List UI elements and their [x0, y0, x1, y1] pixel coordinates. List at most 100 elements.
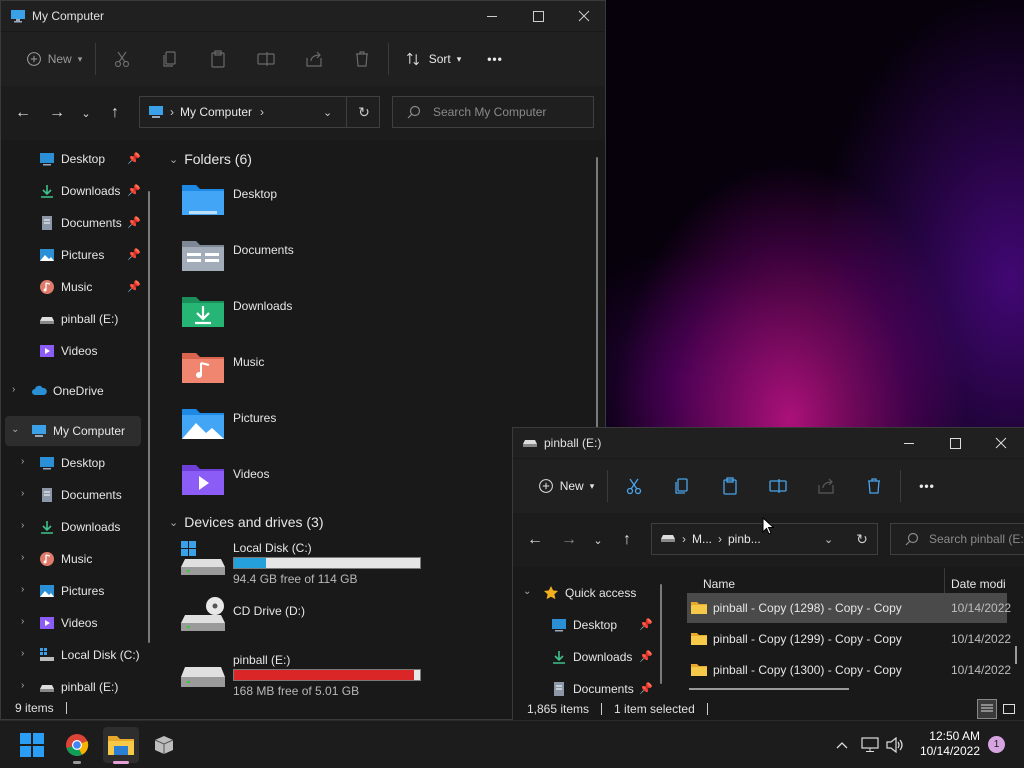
maximize-button[interactable] [515, 1, 561, 31]
chevron-down-icon[interactable]: ⌄ [523, 586, 531, 597]
chevron-right-icon[interactable]: › [21, 584, 24, 595]
sidebar-item-desktop[interactable]: Desktop [551, 610, 617, 640]
sort-button[interactable]: Sort ▾ [395, 43, 471, 75]
pin-icon[interactable]: 📌 [127, 248, 141, 261]
pin-icon[interactable]: 📌 [127, 152, 141, 165]
folder-music[interactable]: Music [181, 349, 264, 385]
sidebar-item-videos[interactable]: Videos [39, 336, 97, 366]
vertical-scrollbar[interactable] [1015, 646, 1017, 664]
sidebar-item-downloads[interactable]: Downloads [551, 642, 632, 672]
new-button[interactable]: New ▾ [19, 43, 89, 75]
paste-button[interactable] [198, 43, 238, 75]
back-button[interactable]: ← [6, 97, 40, 129]
folder-pictures[interactable]: Pictures [181, 405, 276, 441]
devices-section-header[interactable]: ⌄ Devices and drives (3) [169, 514, 324, 530]
copy-button[interactable] [662, 470, 702, 502]
sidebar-scrollbar[interactable] [660, 584, 662, 684]
delete-button[interactable] [342, 43, 382, 75]
close-button[interactable] [561, 1, 605, 31]
file-explorer-taskbar-button[interactable] [103, 727, 139, 764]
folder-downloads[interactable]: Downloads [181, 293, 292, 329]
forward-button[interactable]: → [552, 524, 586, 556]
breadcrumb-pinball[interactable]: pinb... [728, 532, 761, 546]
copy-button[interactable] [150, 43, 190, 75]
forward-button[interactable]: → [40, 97, 74, 129]
drive-pinball-e[interactable]: pinball (E:) 168 MB free of 5.01 GB [181, 653, 441, 698]
folder-videos[interactable]: Videos [181, 461, 269, 497]
minimize-button[interactable] [469, 1, 515, 31]
drive-local-disk-c[interactable]: Local Disk (C:) 94.4 GB free of 114 GB [181, 541, 441, 586]
chevron-down-icon[interactable]: ⌄ [11, 424, 19, 435]
app-taskbar-button[interactable] [146, 727, 182, 763]
search-box[interactable]: Search pinball (E:) [890, 523, 1024, 555]
folders-section-header[interactable]: ⌄ Folders (6) [169, 151, 252, 167]
sidebar-item-quick-access[interactable]: Quick access [543, 578, 636, 608]
pin-icon[interactable]: 📌 [639, 618, 653, 631]
back-button[interactable]: ← [518, 524, 552, 556]
chevron-right-icon[interactable]: › [21, 648, 24, 659]
pin-icon[interactable]: 📌 [639, 682, 653, 695]
sidebar-item-documents[interactable]: Documents [39, 208, 122, 238]
sidebar-item-music-child[interactable]: Music [39, 544, 92, 574]
recent-locations-button[interactable]: ⌄ [74, 97, 98, 129]
notification-badge[interactable]: 1 [988, 736, 1005, 753]
start-button[interactable] [14, 727, 50, 763]
large-icons-view-button[interactable] [999, 699, 1019, 719]
chevron-right-icon[interactable]: › [21, 680, 24, 691]
more-options-button[interactable]: ••• [907, 470, 947, 502]
volume-button[interactable] [884, 735, 906, 755]
share-button[interactable] [806, 470, 846, 502]
breadcrumb-my-computer[interactable]: My Computer [180, 105, 252, 119]
sidebar-item-pictures[interactable]: Pictures [39, 240, 104, 270]
more-options-button[interactable]: ••• [475, 43, 515, 75]
cut-button[interactable] [102, 43, 142, 75]
pin-icon[interactable]: 📌 [127, 216, 141, 229]
chevron-right-icon[interactable]: › [21, 520, 24, 531]
chrome-taskbar-button[interactable] [59, 727, 95, 764]
close-button[interactable] [978, 428, 1024, 458]
chevron-right-icon[interactable]: › [12, 384, 15, 395]
sidebar-item-downloads[interactable]: Downloads [39, 176, 120, 206]
sidebar-item-pictures-child[interactable]: Pictures [39, 576, 104, 606]
file-row[interactable]: pinball - Copy (1299) - Copy - Copy 10/1… [687, 624, 1011, 654]
new-button[interactable]: New ▾ [531, 470, 601, 502]
sidebar-item-pinball[interactable]: pinball (E:) [39, 304, 118, 334]
sidebar-item-onedrive[interactable]: OneDrive [31, 376, 104, 406]
up-button[interactable]: ↑ [610, 524, 644, 556]
address-bar[interactable]: › My Computer › ⌄ ↻ [139, 96, 380, 128]
horizontal-scrollbar[interactable] [689, 688, 849, 690]
maximize-button[interactable] [932, 428, 978, 458]
share-button[interactable] [294, 43, 334, 75]
sidebar-item-videos-child[interactable]: Videos [39, 608, 97, 638]
sidebar-item-documents-child[interactable]: Documents [39, 480, 122, 510]
sidebar-item-desktop[interactable]: Desktop [39, 144, 105, 174]
rename-button[interactable] [758, 470, 798, 502]
sidebar-item-documents[interactable]: Documents [551, 674, 634, 697]
breadcrumb-my-computer[interactable]: M... [692, 532, 712, 546]
folder-documents[interactable]: Documents [181, 237, 294, 273]
chevron-right-icon[interactable]: › [21, 616, 24, 627]
recent-locations-button[interactable]: ⌄ [586, 524, 610, 556]
sidebar-item-music[interactable]: Music [39, 272, 92, 302]
cut-button[interactable] [614, 470, 654, 502]
pin-icon[interactable]: 📌 [127, 280, 141, 293]
details-view-button[interactable] [977, 699, 997, 719]
delete-button[interactable] [854, 470, 894, 502]
refresh-button[interactable]: ↻ [346, 97, 381, 127]
address-dropdown-icon[interactable]: ⌄ [323, 106, 332, 119]
file-row[interactable]: pinball - Copy (1298) - Copy - Copy 10/1… [687, 593, 1011, 623]
clock[interactable]: 12:50 AM 10/14/2022 [912, 729, 980, 761]
up-button[interactable]: ↑ [98, 97, 132, 129]
minimize-button[interactable] [886, 428, 932, 458]
search-box[interactable]: Search My Computer [392, 96, 594, 128]
sidebar-item-desktop-child[interactable]: Desktop [39, 448, 105, 478]
address-dropdown-icon[interactable]: ⌄ [824, 533, 833, 546]
pin-icon[interactable]: 📌 [127, 184, 141, 197]
chevron-right-icon[interactable]: › [21, 552, 24, 563]
refresh-button[interactable]: ↻ [846, 524, 878, 554]
sidebar-scrollbar[interactable] [148, 191, 150, 643]
network-button[interactable] [860, 735, 880, 755]
chevron-right-icon[interactable]: › [21, 456, 24, 467]
folder-desktop[interactable]: Desktop [181, 181, 277, 217]
drive-cd-d[interactable]: CD Drive (D:) [181, 597, 441, 637]
